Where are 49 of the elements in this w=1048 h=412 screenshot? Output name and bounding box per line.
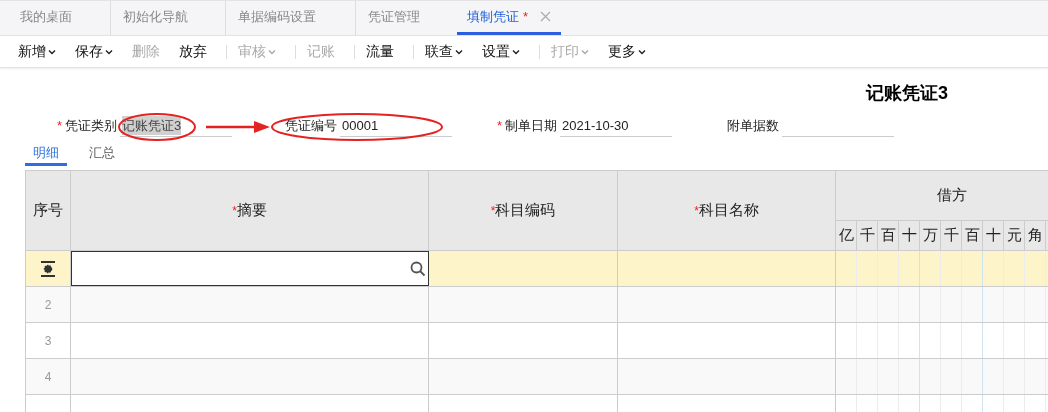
search-field[interactable] bbox=[71, 251, 429, 286]
chevron-down-icon bbox=[268, 48, 276, 55]
column-header: 科目名称 bbox=[698, 200, 759, 221]
input-field[interactable]: 00001 bbox=[340, 115, 452, 137]
field-value: 2021-10-30 bbox=[562, 116, 629, 135]
required-mark: * bbox=[57, 117, 63, 136]
column-header: 序号 bbox=[33, 200, 63, 221]
field-label: 制单日期 bbox=[505, 117, 558, 136]
toolbar-button[interactable]: 流量 bbox=[366, 41, 394, 62]
toolbar-button[interactable]: 新增 bbox=[18, 41, 56, 62]
voucher-title: 记账凭证3 bbox=[866, 82, 948, 105]
row-number: 3 bbox=[44, 332, 52, 350]
chevron-down-icon bbox=[455, 48, 463, 55]
input-field[interactable]: 2021-10-30 bbox=[560, 115, 673, 137]
tab[interactable]: 单据编码设置 bbox=[238, 1, 316, 35]
toolbar-button[interactable]: 更多 bbox=[608, 41, 646, 62]
toolbar-button[interactable]: 放弃 bbox=[179, 41, 207, 62]
field-label: 凭证编号 bbox=[285, 117, 337, 136]
row-number: 2 bbox=[44, 296, 52, 314]
field-value: 记账凭证3 bbox=[122, 115, 182, 136]
modified-mark: * bbox=[523, 7, 529, 26]
chevron-down-icon bbox=[105, 48, 113, 55]
chevron-down-icon bbox=[581, 48, 589, 55]
required-mark: * bbox=[232, 203, 237, 220]
chevron-down-icon bbox=[512, 48, 520, 55]
chevron-down-icon bbox=[48, 48, 56, 55]
toolbar-button[interactable]: 保存 bbox=[75, 41, 113, 62]
input-field[interactable]: 记账凭证3 bbox=[120, 115, 233, 137]
required-mark: * bbox=[490, 203, 496, 220]
required-mark: * bbox=[497, 117, 503, 136]
tab[interactable]: 我的桌面 bbox=[20, 1, 72, 35]
tab[interactable]: 初始化导航 bbox=[123, 1, 188, 35]
field-label: 凭证类别 bbox=[65, 117, 118, 136]
field-value: 00001 bbox=[342, 116, 379, 135]
column-header: 科目编码 bbox=[495, 200, 556, 221]
search-icon bbox=[410, 260, 426, 277]
subtab[interactable]: 汇总 bbox=[81, 142, 123, 166]
chevron-down-icon bbox=[638, 48, 646, 55]
toolbar-button[interactable]: 设置 bbox=[482, 41, 520, 62]
field-label: 附单据数 bbox=[727, 117, 779, 136]
column-header: 摘要 bbox=[236, 200, 267, 221]
row-marker-icon[interactable] bbox=[41, 260, 55, 277]
row-number: 4 bbox=[44, 368, 52, 386]
column-header: 借方 bbox=[836, 171, 1048, 221]
tab[interactable]: 填制凭证 * bbox=[457, 1, 562, 35]
subtab[interactable]: 明细 bbox=[25, 142, 67, 166]
toolbar-button[interactable]: 联查 bbox=[425, 41, 463, 62]
tab[interactable]: 凭证管理 bbox=[368, 1, 420, 35]
required-mark: * bbox=[694, 203, 699, 220]
